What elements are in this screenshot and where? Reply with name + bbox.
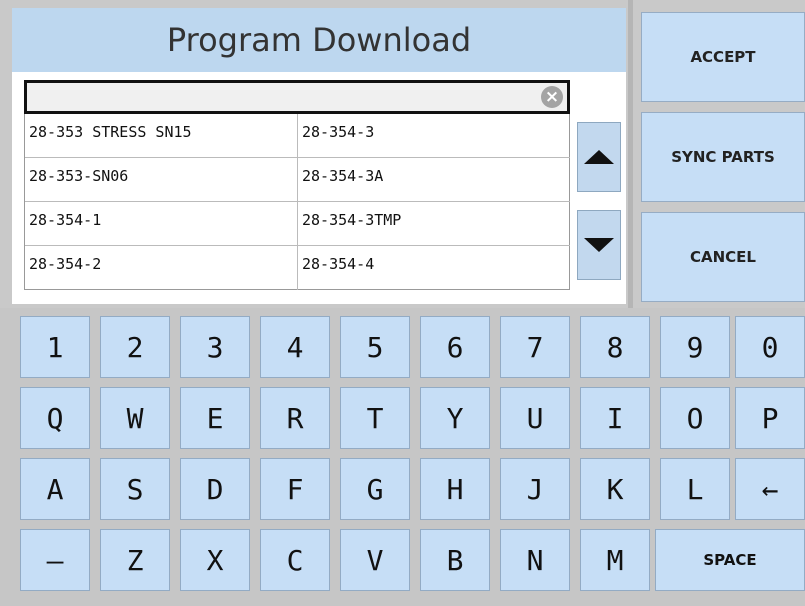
key-n[interactable]: N	[500, 529, 570, 591]
key-u[interactable]: U	[500, 387, 570, 449]
page-title: Program Download	[12, 8, 626, 72]
list-item[interactable]: 28-354-1	[25, 202, 298, 246]
key-6[interactable]: 6	[420, 316, 490, 378]
search-input[interactable]	[29, 85, 533, 109]
key-dash[interactable]: –	[20, 529, 90, 591]
key-v[interactable]: V	[340, 529, 410, 591]
key-x[interactable]: X	[180, 529, 250, 591]
sync-parts-button[interactable]: SYNC PARTS	[641, 112, 805, 202]
list-item[interactable]: 28-353-SN06	[25, 158, 298, 202]
list-item[interactable]: 28-354-3A	[298, 158, 570, 202]
key-7[interactable]: 7	[500, 316, 570, 378]
key-e[interactable]: E	[180, 387, 250, 449]
key-8[interactable]: 8	[580, 316, 650, 378]
key-4[interactable]: 4	[260, 316, 330, 378]
list-item[interactable]: 28-354-4	[298, 246, 570, 290]
triangle-up-icon	[584, 150, 614, 164]
list-item[interactable]: 28-354-2	[25, 246, 298, 290]
key-p[interactable]: P	[735, 387, 805, 449]
key-y[interactable]: Y	[420, 387, 490, 449]
backspace-key[interactable]: ←	[735, 458, 805, 520]
scroll-up-button[interactable]	[577, 122, 621, 192]
key-g[interactable]: G	[340, 458, 410, 520]
key-z[interactable]: Z	[100, 529, 170, 591]
accept-button[interactable]: ACCEPT	[641, 12, 805, 102]
search-box: ×	[24, 80, 570, 114]
key-9[interactable]: 9	[660, 316, 730, 378]
key-b[interactable]: B	[420, 529, 490, 591]
key-d[interactable]: D	[180, 458, 250, 520]
key-0[interactable]: 0	[735, 316, 805, 378]
key-5[interactable]: 5	[340, 316, 410, 378]
key-r[interactable]: R	[260, 387, 330, 449]
space-key[interactable]: SPACE	[655, 529, 805, 591]
key-3[interactable]: 3	[180, 316, 250, 378]
clear-icon[interactable]: ×	[541, 86, 563, 108]
key-s[interactable]: S	[100, 458, 170, 520]
key-i[interactable]: I	[580, 387, 650, 449]
key-2[interactable]: 2	[100, 316, 170, 378]
key-c[interactable]: C	[260, 529, 330, 591]
key-a[interactable]: A	[20, 458, 90, 520]
key-h[interactable]: H	[420, 458, 490, 520]
scroll-down-button[interactable]	[577, 210, 621, 280]
key-k[interactable]: K	[580, 458, 650, 520]
divider	[628, 0, 633, 310]
cancel-button[interactable]: CANCEL	[641, 212, 805, 302]
list-item[interactable]: 28-353 STRESS SN15	[25, 114, 298, 158]
key-f[interactable]: F	[260, 458, 330, 520]
key-o[interactable]: O	[660, 387, 730, 449]
on-screen-keyboard: 1 2 3 4 5 6 7 8 9 0 Q W E R T Y U I O P …	[0, 308, 805, 606]
key-j[interactable]: J	[500, 458, 570, 520]
key-1[interactable]: 1	[20, 316, 90, 378]
key-m[interactable]: M	[580, 529, 650, 591]
backspace-arrow-icon: ←	[761, 472, 779, 506]
triangle-down-icon	[584, 238, 614, 252]
list-item[interactable]: 28-354-3	[298, 114, 570, 158]
key-t[interactable]: T	[340, 387, 410, 449]
key-l[interactable]: L	[660, 458, 730, 520]
key-w[interactable]: W	[100, 387, 170, 449]
program-list: 28-353 STRESS SN15 28-354-3 28-353-SN06 …	[24, 114, 570, 290]
key-q[interactable]: Q	[20, 387, 90, 449]
list-item[interactable]: 28-354-3TMP	[298, 202, 570, 246]
